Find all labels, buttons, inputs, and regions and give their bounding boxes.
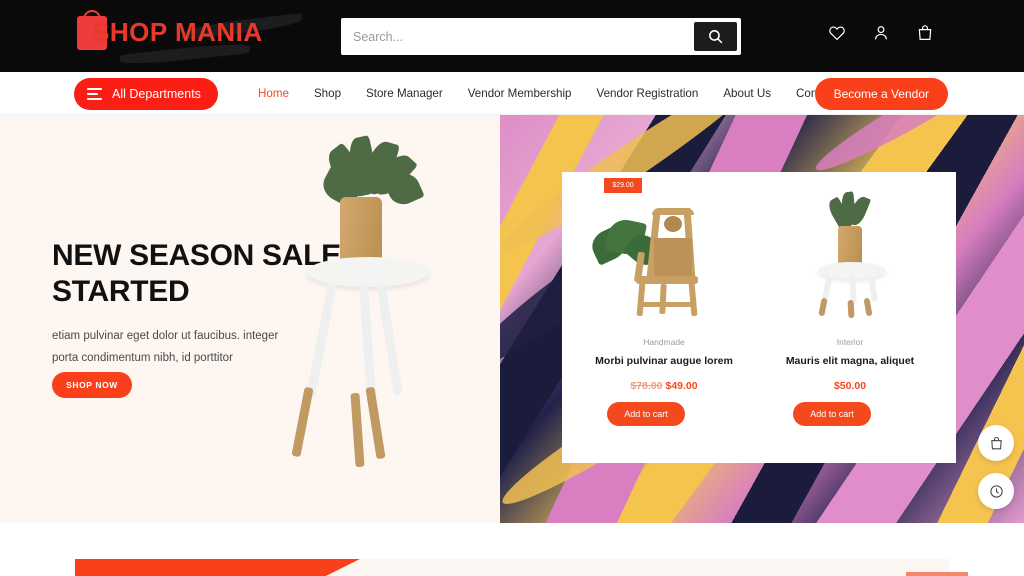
nav-item-about-us[interactable]: About Us	[723, 87, 771, 100]
table-top-shape	[307, 257, 429, 287]
account-icon[interactable]	[872, 24, 890, 42]
site-logo[interactable]: SHOP MANIA	[72, 8, 322, 67]
product-name-1: Morbi pulvinar augue lorem	[595, 355, 733, 367]
hero-left-panel: NEW SEASON SALE STARTED etiam pulvinar e…	[0, 115, 500, 523]
search-button[interactable]	[694, 22, 737, 51]
wishlist-icon[interactable]	[828, 24, 846, 42]
nav-link-list: Home Shop Store Manager Vendor Membershi…	[258, 72, 836, 115]
header-icon-group	[828, 24, 934, 42]
nav-item-store-manager[interactable]: Store Manager	[366, 87, 443, 100]
add-to-cart-button-2[interactable]: Add to cart	[793, 402, 871, 426]
nav-item-vendor-membership[interactable]: Vendor Membership	[468, 87, 572, 100]
nav-item-home[interactable]: Home	[258, 87, 289, 100]
add-to-cart-button-1[interactable]: Add to cart	[607, 402, 685, 426]
featured-products-card: $29.00 Handmade Morbi pulvinar augue lor…	[562, 172, 956, 463]
hero-product-illustration	[285, 135, 485, 505]
product-category-1: Handmade	[643, 337, 685, 347]
product-current-price-2: $50.00	[833, 380, 867, 392]
search-bar	[341, 18, 741, 55]
product-image-2	[760, 191, 940, 322]
floating-cart-button[interactable]	[978, 425, 1014, 461]
product-old-price-1: $78.00	[630, 380, 663, 392]
cart-icon[interactable]	[916, 24, 934, 42]
become-a-vendor-button[interactable]: Become a Vendor	[814, 78, 948, 110]
product-price-1: $78.00 $49.00	[574, 380, 754, 392]
site-header: SHOP MANIA	[0, 0, 1024, 72]
floating-recent-button[interactable]	[978, 473, 1014, 509]
product-name-2: Mauris elit magna, aliquet	[785, 355, 915, 367]
product-current-price-1: $49.00	[665, 380, 698, 392]
product-item-2: Interior Mauris elit magna, aliquet $50.…	[760, 191, 940, 462]
main-navigation-bar: All Departments Home Shop Store Manager …	[0, 72, 1024, 115]
logo-text: SHOP MANIA	[92, 17, 263, 47]
search-icon	[709, 30, 723, 44]
product-price-2: $50.00	[760, 380, 940, 392]
shopping-bag-icon	[990, 436, 1002, 449]
product-image-1	[574, 192, 754, 322]
bottom-accent-banner	[75, 559, 360, 576]
search-input[interactable]	[341, 18, 694, 55]
shop-now-button[interactable]: SHOP NOW	[52, 372, 132, 398]
clock-icon	[989, 484, 1003, 498]
hero-description: etiam pulvinar eget dolor ut faucibus. i…	[52, 330, 279, 365]
bottom-accent-swatch	[906, 572, 968, 576]
all-departments-button[interactable]: All Departments	[74, 78, 218, 110]
all-departments-label: All Departments	[112, 87, 201, 101]
product-category-2: Interior	[836, 337, 864, 347]
hero-right-panel: $29.00 Handmade Morbi pulvinar augue lor…	[500, 115, 1024, 523]
hamburger-menu-icon	[87, 88, 102, 100]
nav-item-vendor-registration[interactable]: Vendor Registration	[596, 87, 698, 100]
price-badge: $29.00	[604, 178, 642, 193]
nav-item-shop[interactable]: Shop	[314, 87, 341, 100]
product-item-1: Handmade Morbi pulvinar augue lorem $78.…	[574, 192, 754, 462]
